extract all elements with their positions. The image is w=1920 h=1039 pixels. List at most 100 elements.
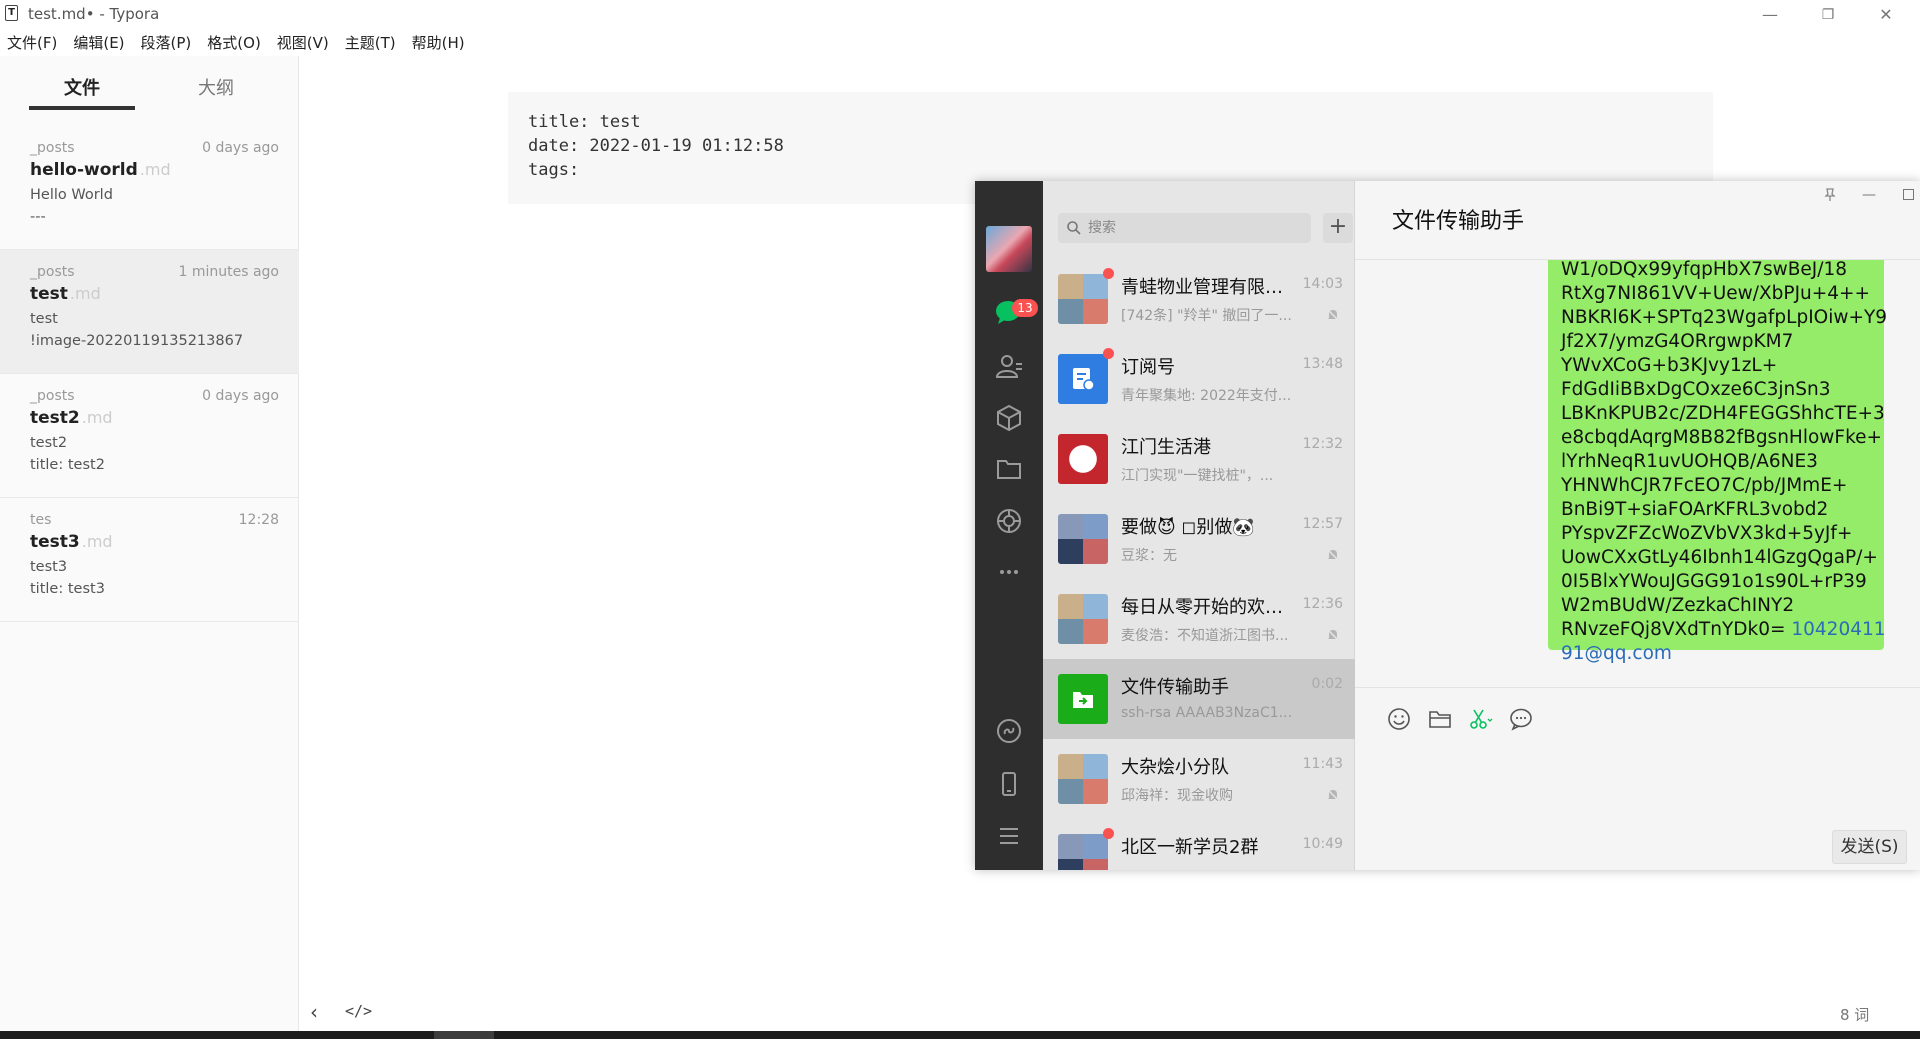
phone-icon[interactable] (994, 769, 1024, 799)
file-transfer-icon (1073, 692, 1093, 708)
mute-bell-icon (1326, 788, 1340, 802)
message-last-line: RNvzeFQj8VXdTnYDk0= 10420411 (1561, 618, 1886, 642)
close-button[interactable]: ✕ (1863, 2, 1909, 28)
minimize-button[interactable]: — (1747, 2, 1793, 28)
message-bubble[interactable]: W1/oDQx99yfqpHbX7swBeJ/18 RtXg7NI861VV+Ue… (1548, 260, 1887, 664)
message-line: LBKnKPUB2c/ZDH4FEGGShhcTE+3 (1561, 403, 1885, 424)
email-link[interactable]: 10420411 (1791, 619, 1885, 640)
user-avatar[interactable] (986, 226, 1032, 272)
conversation-preview: 青年聚集地: 2022年支付... (1121, 388, 1292, 404)
toggle-sidebar-button[interactable]: ‹ (310, 1000, 330, 1024)
file-icon[interactable] (1426, 705, 1454, 733)
message-line: Jf2X7/ymzG4ORrgwpKM7 (1561, 331, 1794, 352)
box-icon[interactable] (994, 403, 1024, 433)
tab-files[interactable]: 文件 (29, 74, 135, 100)
file-item-test3[interactable]: tes 12:28 test3 .md test3 title: test3 (0, 498, 299, 622)
unread-badge: 13 (1012, 299, 1038, 317)
unread-dot (1103, 348, 1114, 359)
subscription-icon (1073, 368, 1095, 391)
unread-dot (1103, 828, 1114, 839)
file-item-test2[interactable]: _posts 0 days ago test2 .md test2 title: test… (0, 374, 299, 498)
conversation-item[interactable]: 要做😈 ◻别做🐼 12:57 豆浆：无 (1043, 499, 1355, 579)
menu-bar: 文件(F) 编辑(E) 段落(P) 格式(O) 视图(V) 主题(T) 帮助(H… (0, 30, 473, 54)
screenshot-icon[interactable] (1466, 705, 1494, 733)
chat-title: 文件传输助手 (1392, 209, 1525, 234)
conversation-time: 12:32 (1302, 436, 1343, 452)
window-title: test.md• - Typora (28, 5, 160, 23)
file-modified-time: 12:28 (238, 512, 279, 528)
conversation-item[interactable]: 江门生活港 12:32 江门实现"一键找桩"，... (1043, 419, 1355, 499)
conversation-time: 13:48 (1302, 356, 1343, 372)
file-name: hello-world .md (30, 160, 279, 184)
file-item-test[interactable]: _posts 1 minutes ago test .md test !image-202… (0, 250, 299, 374)
conversation-name: 要做😈 ◻别做🐼 (1121, 517, 1255, 538)
conversation-list: 青蛙物业管理有限公... 14:03 [742条] "羚羊" 撤回了一... 订阅号 1… (1043, 259, 1355, 870)
message-line: BnBi9T+siaFOArKFRL3vobd2 (1561, 499, 1829, 520)
conversation-avatar (1058, 274, 1108, 324)
more-icon[interactable] (994, 557, 1024, 587)
conversation-time: 14:03 (1302, 276, 1343, 292)
menu-help[interactable]: 帮助(H) (404, 30, 473, 54)
folder-icon[interactable] (994, 454, 1024, 484)
conversation-name: 文件传输助手 (1121, 677, 1229, 698)
send-button[interactable]: 发送(S) (1832, 830, 1907, 864)
source-mode-button[interactable]: </> (345, 1002, 372, 1020)
menu-paragraph[interactable]: 段落(P) (133, 30, 200, 54)
menu-themes[interactable]: 主题(T) (337, 30, 404, 54)
conversation-item[interactable]: 订阅号 13:48 青年聚集地: 2022年支付... (1043, 339, 1355, 419)
search-input[interactable]: 搜索 (1058, 213, 1311, 243)
taskbar-active-item[interactable] (434, 1031, 494, 1039)
minimize-icon[interactable]: — (1862, 187, 1876, 203)
conversation-item[interactable]: 青蛙物业管理有限公... 14:03 [742条] "羚羊" 撤回了一... (1043, 259, 1355, 339)
message-line: W2mBUdW/ZezkaChINY2 (1561, 595, 1795, 616)
file-modified-time: 0 days ago (202, 388, 279, 404)
conversation-avatar (1058, 754, 1108, 804)
file-item-hello-world[interactable]: _posts 0 days ago hello-world .md Hello Worl… (0, 126, 299, 250)
moments-icon[interactable] (994, 506, 1024, 536)
pin-icon[interactable] (1822, 187, 1838, 203)
menu-view[interactable]: 视图(V) (269, 30, 337, 54)
mini-program-icon[interactable] (994, 716, 1024, 746)
message-line: W1/oDQx99yfqpHbX7swBeJ/18 (1561, 260, 1848, 280)
conversation-name: 大杂烩小分队 (1121, 757, 1229, 778)
emoji-icon[interactable] (1385, 705, 1413, 733)
wechat-window: 13 搜索 + 青蛙物业管理有限公... 14:03 [742条] "羚羊" 撤… (975, 181, 1920, 870)
conversation-time: 12:36 (1302, 596, 1343, 612)
message-line: RtXg7NI861VV+Uew/XbPJu+4++ (1561, 283, 1871, 304)
file-modified-time: 1 minutes ago (178, 264, 279, 280)
word-count[interactable]: 8 词 (1840, 1004, 1869, 1025)
message-line: 91@qq.com (1561, 642, 1871, 666)
conversation-avatar (1058, 514, 1108, 564)
menu-icon[interactable] (994, 821, 1024, 851)
tab-outline[interactable]: 大纲 (163, 74, 269, 100)
wechat-nav-bar: 13 (975, 181, 1043, 870)
conversation-time: 11:43 (1302, 756, 1343, 772)
message-line: lYrhNeqR1uvUOHQB/A6NE3 (1561, 451, 1818, 472)
front-matter-line: date: 2022-01-19 01:12:58 (528, 136, 784, 156)
maximize-icon[interactable] (1903, 189, 1914, 200)
conversation-item[interactable]: 北区一新学员2群 10:49 (1043, 819, 1355, 870)
front-matter-line: tags: (528, 160, 580, 180)
menu-format[interactable]: 格式(O) (199, 30, 269, 54)
conversation-item[interactable]: 大杂烩小分队 11:43 邱海祥：现金收购 (1043, 739, 1355, 819)
menu-file[interactable]: 文件(F) (0, 30, 65, 54)
file-preview-line: test (30, 311, 58, 327)
file-preview-line: test2 (30, 435, 68, 451)
conversation-preview: 麦俊浩：不知道浙江图书... (1121, 628, 1289, 644)
file-preview-line: !image-20220119135213867 (30, 333, 244, 349)
conversation-item[interactable]: 文件传输助手 0:02 ssh-rsa AAAAB3NzaC1... (1043, 659, 1355, 739)
file-name-text: test (30, 284, 68, 304)
chat-history-icon[interactable] (1507, 705, 1535, 733)
menu-edit[interactable]: 编辑(E) (65, 30, 132, 54)
conversation-panel: 搜索 + 青蛙物业管理有限公... 14:03 [742条] "羚羊" 撤回了一..… (1043, 181, 1355, 870)
mute-bell-icon (1326, 308, 1340, 322)
file-name-text: test2 (30, 408, 80, 428)
restore-button[interactable]: ❐ (1805, 2, 1851, 28)
file-name: test .md (30, 284, 279, 308)
mute-bell-icon (1326, 548, 1340, 562)
add-button[interactable]: + (1323, 213, 1353, 243)
email-link-continued[interactable]: 91@qq.com (1561, 643, 1672, 664)
conversation-item[interactable]: 每日从零开始的欢乐... 12:36 麦俊浩：不知道浙江图书... (1043, 579, 1355, 659)
contacts-icon[interactable] (994, 351, 1024, 381)
file-preview-line: title: test2 (30, 457, 105, 473)
